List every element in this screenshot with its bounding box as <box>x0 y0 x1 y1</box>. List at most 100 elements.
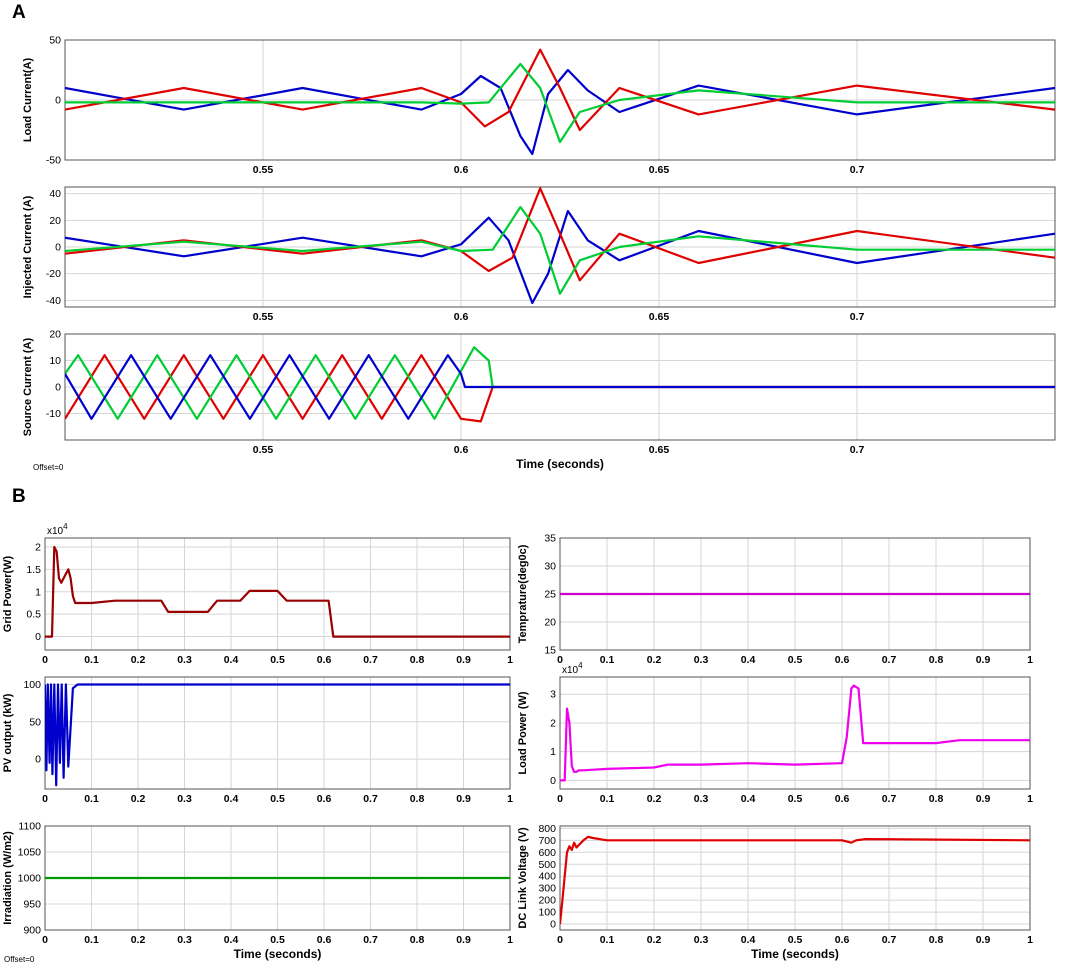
grid-power-y-tick-label: 0 <box>35 631 41 643</box>
load-current-y-tick-label: 50 <box>49 35 61 47</box>
grid-power-x-tick-label: 0.4 <box>224 654 239 666</box>
load-power-x-tick-label: 0.5 <box>788 793 803 805</box>
source-current-y-tick-label: -10 <box>46 408 61 420</box>
pv-output-x-tick-label: 0.6 <box>317 793 332 805</box>
temperature-y-tick-label: 25 <box>544 589 556 601</box>
injected-current-y-tick-label: -40 <box>46 295 61 307</box>
grid-power-x-tick-label: 0.7 <box>363 654 378 666</box>
dc-link-voltage-x-tick-label: 0 <box>557 934 563 946</box>
temperature-x-tick-label: 0.1 <box>600 654 615 666</box>
charts-layer: 0.55 0.6 0.65 0.7-50050Load Current(A)0.55 0… <box>2 35 1056 962</box>
temperature-x-tick-label: 0.9 <box>976 654 991 666</box>
irradiation-x-tick-label: 0.3 <box>177 934 192 946</box>
irradiation-y-axis-label: Irradiation (W/m2) <box>2 831 14 925</box>
pv-output-y-axis-label: PV output (kW) <box>2 693 14 772</box>
pv-output-y-tick-label: 50 <box>29 716 41 728</box>
load-power-y-tick-label: 1 <box>550 746 556 758</box>
pv-output-x-tick-label: 0 <box>42 793 48 805</box>
pv-output-x-tick-label: 0.8 <box>410 793 425 805</box>
load-power-y-tick-label: 3 <box>550 689 556 701</box>
irradiation-y-tick-label: 1050 <box>18 847 42 859</box>
injected-current-y-tick-label: 40 <box>49 188 61 200</box>
dc-link-voltage-x-tick-label: 0.9 <box>976 934 991 946</box>
load-power-y-tick-label: 0 <box>550 775 556 787</box>
irradiation-x-tick-label: 0 <box>42 934 48 946</box>
injected-current-x-tick-label: 0.7 <box>850 311 865 323</box>
source-current-x-tick-label: 0.7 <box>850 444 865 456</box>
grid-power-x-tick-label: 0.3 <box>177 654 192 666</box>
pv-output-x-tick-label: 0.2 <box>131 793 146 805</box>
offset-label-a: Offset=0 <box>33 463 64 472</box>
pv-output-x-tick-label: 0.7 <box>363 793 378 805</box>
load-current-y-tick-label: 0 <box>55 95 61 107</box>
dc-link-voltage-y-tick-label: 600 <box>538 847 556 859</box>
irradiation-x-tick-label: 0.5 <box>270 934 285 946</box>
irradiation-x-tick-label: 0.8 <box>410 934 425 946</box>
load-power-x-tick-label: 0 <box>557 793 563 805</box>
temperature-y-tick-label: 35 <box>544 533 556 545</box>
grid-power-x-tick-label: 0.5 <box>270 654 285 666</box>
dc-link-voltage-x-axis-label: Time (seconds) <box>751 947 839 961</box>
source-current-x-tick-label: 0.55 <box>253 444 274 456</box>
panel-label-a: A <box>12 2 26 23</box>
dc-link-voltage-x-tick-label: 0.5 <box>788 934 803 946</box>
load-power-x-tick-label: 0.1 <box>600 793 615 805</box>
source-current-y-tick-label: 20 <box>49 329 61 341</box>
grid-power-y-tick-label: 1 <box>35 586 41 598</box>
load-power-x-tick-label: 0.6 <box>835 793 850 805</box>
pv-output-y-tick-label: 100 <box>23 679 41 691</box>
injected-current-y-axis-label: Injected Current (A) <box>22 195 34 298</box>
load-power-x-tick-label: 0.3 <box>694 793 709 805</box>
grid-power-exponent-label: x104 <box>47 522 68 537</box>
pv-output-x-tick-label: 1 <box>507 793 513 805</box>
pv-output-x-tick-label: 0.9 <box>456 793 471 805</box>
temperature-chart: 0 0.1 0.2 0.3 0.4 0.5 0.6 0.7 0.8 0.9 11520253035T… <box>517 533 1033 667</box>
grid-power-x-tick-label: 0.1 <box>84 654 99 666</box>
grid-power-y-tick-label: 1.5 <box>26 564 41 576</box>
grid-power-x-tick-label: 0 <box>42 654 48 666</box>
dc-link-voltage-y-tick-label: 100 <box>538 907 556 919</box>
grid-power-x-tick-label: 0.9 <box>456 654 471 666</box>
load-power-x-tick-label: 0.4 <box>741 793 756 805</box>
irradiation-chart: 0 0.1 0.2 0.3 0.4 0.5 0.6 0.7 0.8 0.9 1 900 950 1000 1… <box>2 821 513 962</box>
temperature-x-tick-label: 0.7 <box>882 654 897 666</box>
irradiation-x-tick-label: 0.1 <box>84 934 99 946</box>
source-current-y-axis-label: Source Current (A) <box>22 337 34 436</box>
dc-link-voltage-x-tick-label: 1 <box>1027 934 1033 946</box>
load-current-x-tick-label: 0.65 <box>649 164 670 176</box>
load-current-x-tick-label: 0.7 <box>850 164 865 176</box>
injected-current-x-tick-label: 0.65 <box>649 311 670 323</box>
source-current-y-tick-label: 10 <box>49 355 61 367</box>
pv-output-x-tick-label: 0.3 <box>177 793 192 805</box>
load-power-chart: 0 0.1 0.2 0.3 0.4 0.5 0.6 0.7 0.8 0.9 1 0 1 2 3 Load Po… <box>517 661 1033 805</box>
irradiation-x-tick-label: 0.6 <box>317 934 332 946</box>
load-power-x-tick-label: 0.8 <box>929 793 944 805</box>
temperature-x-tick-label: 0.6 <box>835 654 850 666</box>
temperature-y-tick-label: 20 <box>544 617 556 629</box>
dc-link-voltage-x-tick-label: 0.1 <box>600 934 615 946</box>
load-current-chart: 0.55 0.6 0.65 0.7 -50 0 50 Load Current(A) <box>22 35 1056 176</box>
irradiation-x-tick-label: 0.7 <box>363 934 378 946</box>
dc-link-voltage-y-axis-label: DC Link Voltage (V) <box>517 827 529 929</box>
pv-output-chart: 0 0.1 0.2 0.3 0.4 0.5 0.6 0.7 0.8 0.9 1 0 50 100 PV ou… <box>2 676 513 805</box>
temperature-x-tick-label: 0.8 <box>929 654 944 666</box>
load-power-x-tick-label: 0.9 <box>976 793 991 805</box>
grid-power-x-tick-label: 1 <box>507 654 513 666</box>
injected-current-y-tick-label: 20 <box>49 215 61 227</box>
irradiation-x-axis-label: Time (seconds) <box>234 947 322 961</box>
grid-power-y-tick-label: 0.5 <box>26 609 41 621</box>
grid-power-chart: 0 0.1 0.2 0.3 0.4 0.5 0.6 0.7 0.8 0.9 1 0 0.5 1 1.5 2 Gr… <box>2 522 513 666</box>
load-power-y-tick-label: 2 <box>550 717 556 729</box>
dc-link-voltage-y-tick-label: 200 <box>538 895 556 907</box>
temperature-y-axis-label: Temprature(deg0c) <box>517 544 529 643</box>
temperature-x-tick-label: 0.5 <box>788 654 803 666</box>
dc-link-voltage-y-tick-label: 800 <box>538 823 556 835</box>
irradiation-y-tick-label: 1100 <box>18 821 41 833</box>
temperature-x-tick-label: 0.2 <box>647 654 662 666</box>
pv-output-x-tick-label: 0.1 <box>84 793 99 805</box>
irradiation-x-tick-label: 0.4 <box>224 934 239 946</box>
dc-link-voltage-y-tick-label: 300 <box>538 883 556 895</box>
grid-power-y-tick-label: 2 <box>35 541 41 553</box>
load-current-y-tick-label: -50 <box>46 155 61 167</box>
dc-link-voltage-x-tick-label: 0.7 <box>882 934 897 946</box>
